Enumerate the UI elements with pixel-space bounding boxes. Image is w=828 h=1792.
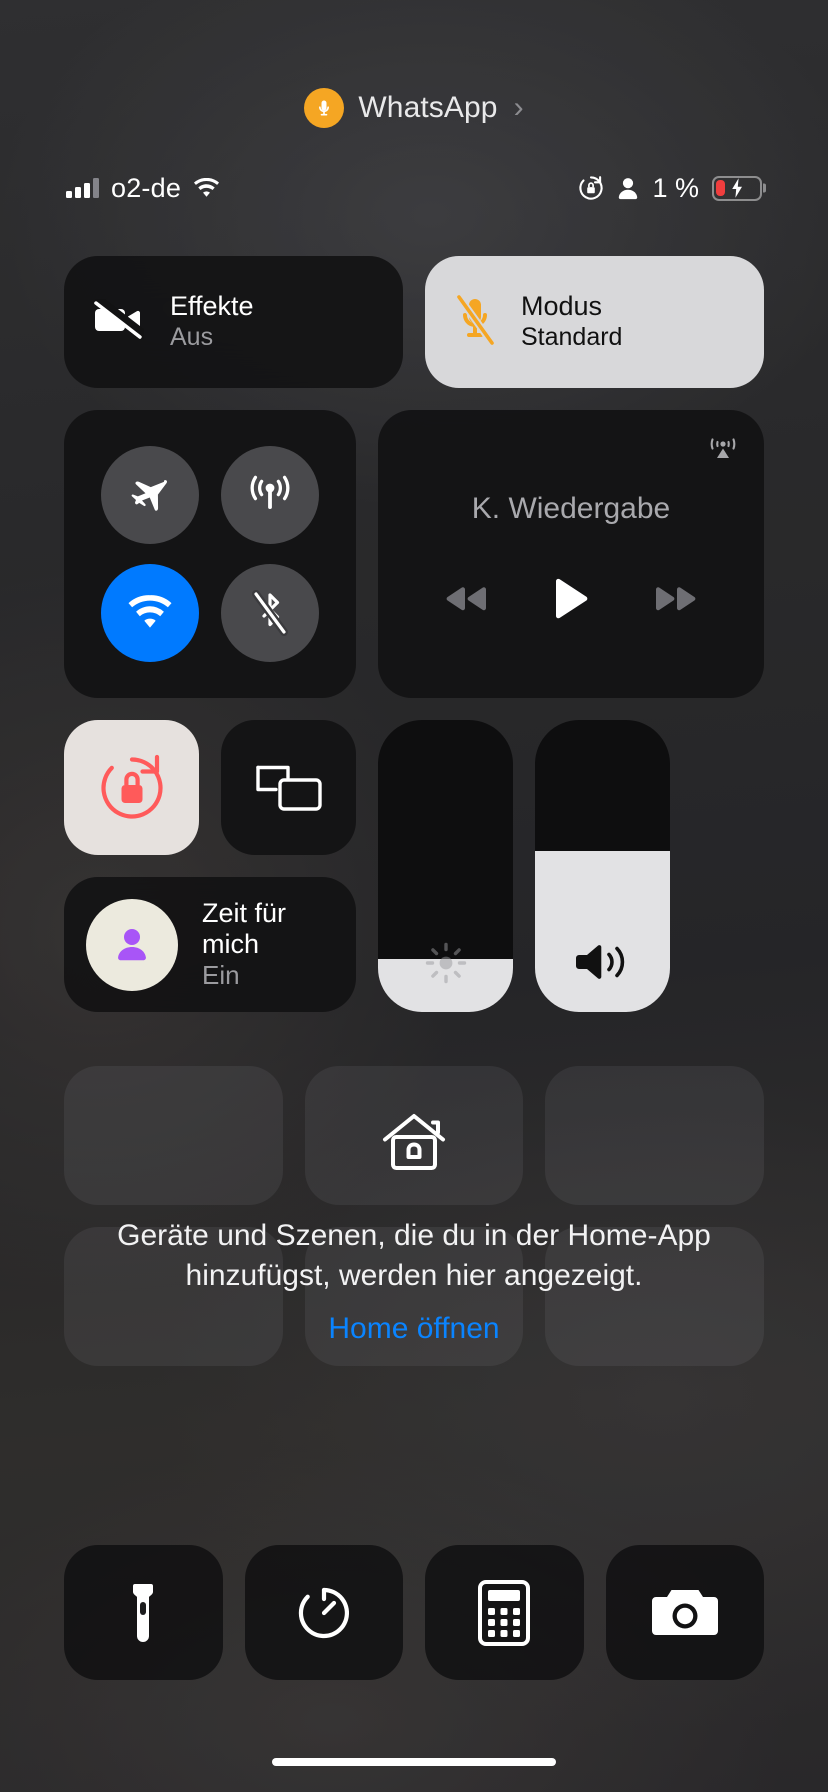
- wifi-icon: [125, 594, 175, 632]
- mode-subtitle: Standard: [521, 323, 623, 352]
- chevron-right-icon: ›: [513, 91, 524, 124]
- media-player-module[interactable]: K. Wiedergabe: [378, 410, 764, 698]
- wifi-icon: [193, 177, 220, 199]
- calculator-button[interactable]: [425, 1545, 584, 1680]
- focus-mode-tile[interactable]: Zeit für mich Ein: [64, 877, 356, 1012]
- status-bar-left: o2-de: [66, 173, 220, 204]
- fast-forward-icon: [653, 585, 699, 613]
- rotation-lock-icon: [95, 751, 169, 825]
- airplay-audio-icon[interactable]: [708, 432, 738, 460]
- timer-button[interactable]: [244, 1545, 403, 1680]
- brightness-slider[interactable]: [378, 720, 513, 1012]
- rotation-lock-icon: [578, 175, 604, 201]
- effects-subtitle: Aus: [170, 323, 214, 352]
- battery-percent-label: 1 %: [652, 172, 699, 203]
- calculator-icon: [478, 1579, 531, 1646]
- airplane-icon: [127, 472, 173, 518]
- row-connectivity-media: K. Wiedergabe: [64, 410, 764, 698]
- focus-subtitle: Ein: [202, 960, 240, 991]
- cellular-antenna-icon: [246, 471, 294, 519]
- orientation-lock-button[interactable]: [64, 720, 199, 855]
- person-icon: [617, 176, 639, 201]
- brightness-icon: [423, 940, 469, 986]
- connectivity-module: [64, 410, 356, 698]
- focus-title-line2: mich: [202, 929, 260, 960]
- toggles-column: Zeit für mich Ein: [64, 720, 356, 1012]
- play-button[interactable]: [553, 578, 589, 620]
- cellular-data-button[interactable]: [221, 446, 319, 544]
- play-icon: [553, 578, 589, 620]
- home-icon: [64, 1110, 764, 1174]
- video-slash-icon: [94, 295, 148, 346]
- home-description: Geräte und Szenen, die du in der Home-Ap…: [117, 1219, 711, 1293]
- row-effects-mode: Effekte Aus Modus Standard: [64, 256, 764, 388]
- speaker-waves-icon: [573, 938, 633, 986]
- screen-mirroring-icon: [253, 759, 325, 817]
- status-bar-right: 1 %: [578, 173, 762, 204]
- fast-forward-button[interactable]: [653, 585, 699, 613]
- carrier-label: o2-de: [111, 172, 182, 203]
- timer-icon: [292, 1581, 356, 1645]
- media-transport-controls: [443, 578, 699, 620]
- mode-title: Modus: [521, 291, 603, 322]
- home-card: Geräte und Szenen, die du in der Home-Ap…: [64, 1066, 764, 1366]
- bluetooth-slash-icon: [250, 588, 290, 638]
- camera-icon: [650, 1585, 720, 1641]
- microphone-icon: [304, 88, 345, 128]
- status-bar: o2-de 1 %: [0, 168, 828, 208]
- volume-slider[interactable]: [535, 720, 670, 1012]
- rewind-button[interactable]: [443, 585, 489, 613]
- battery-charging-icon: [712, 175, 762, 201]
- active-call-banner[interactable]: WhatsApp ›: [0, 88, 828, 128]
- media-title: K. Wiedergabe: [471, 492, 671, 525]
- control-center-grid: Effekte Aus Modus Standard K. Wiedergabe…: [64, 256, 764, 1012]
- control-center-screen: WhatsApp › o2-de 1 % Effekte Aus Modus S…: [0, 0, 828, 1792]
- effects-tile[interactable]: Effekte Aus: [64, 256, 403, 388]
- utility-row: [64, 1545, 764, 1680]
- cellular-bars-icon: [66, 178, 99, 198]
- microphone-slash-icon: [455, 292, 496, 350]
- mode-tile[interactable]: Modus Standard: [425, 256, 764, 388]
- rewind-icon: [443, 585, 489, 613]
- flashlight-button[interactable]: [64, 1545, 223, 1680]
- call-app-name: WhatsApp: [358, 91, 498, 124]
- toggles-top-row: [64, 720, 356, 855]
- home-indicator[interactable]: [272, 1758, 556, 1766]
- effects-title: Effekte: [170, 291, 254, 322]
- bluetooth-button[interactable]: [221, 564, 319, 662]
- avatar: [86, 898, 178, 991]
- focus-title-line1: Zeit für: [202, 897, 287, 928]
- wifi-button[interactable]: [101, 564, 199, 662]
- screen-mirroring-button[interactable]: [221, 720, 356, 855]
- row-toggles-sliders: Zeit für mich Ein: [64, 720, 764, 1012]
- airplane-mode-button[interactable]: [101, 446, 199, 544]
- flashlight-icon: [124, 1578, 162, 1648]
- open-home-link[interactable]: Home öffnen: [64, 1312, 764, 1346]
- camera-button[interactable]: [605, 1545, 764, 1680]
